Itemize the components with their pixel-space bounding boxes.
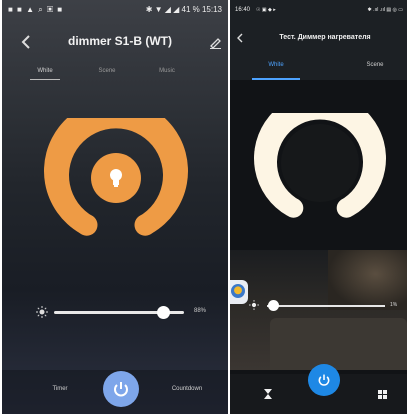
tab-scene[interactable]: Scene (92, 68, 122, 74)
status-icons: ■ ■ ▲ ⌕ ▣ ■ (8, 5, 64, 14)
chevron-left-icon[interactable] (16, 32, 36, 52)
page-title: dimmer S1-B (WT) (67, 34, 172, 48)
sun-icon (35, 305, 49, 319)
background-lamp-glow (328, 250, 407, 310)
tab-scene[interactable]: Scene (350, 62, 400, 68)
hourglass-icon[interactable] (260, 386, 276, 402)
status-right: ✱ ▼ ◢ ◢ 41 % 15:13 (145, 5, 222, 14)
timer-button[interactable]: Timer (40, 386, 80, 392)
power-button[interactable] (103, 371, 139, 407)
sun-icon (248, 299, 260, 311)
left-phone-screen: ■ ■ ▲ ⌕ ▣ ■ ✱ ▼ ◢ ◢ 41 % 15:13 dimmer S1… (2, 0, 228, 414)
tab-music[interactable]: Music (152, 68, 182, 74)
brightness-value: 88% (194, 308, 207, 314)
tab-white-label: White (268, 62, 284, 68)
page-title: Тест. Диммер нагревателя (279, 34, 371, 41)
right-status-bar: 16:40 ☉ ▣ ◆ ▸ ✱ .ııl .ııl ▤ ◎ ▭ (230, 0, 407, 20)
brightness-ring[interactable] (254, 113, 386, 228)
pencil-icon[interactable] (206, 33, 224, 51)
status-left-icons: ☉ ▣ ◆ ▸ (256, 7, 276, 13)
chevron-left-icon[interactable] (233, 31, 247, 45)
power-icon (318, 374, 330, 386)
grid-icon[interactable] (374, 386, 390, 402)
brightness-slider[interactable] (267, 300, 385, 311)
tab-indicator (30, 79, 60, 80)
background-bed (270, 318, 407, 370)
left-status-bar: ■ ■ ▲ ⌕ ▣ ■ ✱ ▼ ◢ ◢ 41 % 15:13 (2, 0, 228, 20)
power-button[interactable] (308, 364, 340, 396)
status-time: 16:40 (235, 7, 251, 13)
tab-white[interactable]: White (248, 62, 304, 68)
status-right-icons: ✱ .ııl .ııl ▤ ◎ ▭ (367, 7, 403, 13)
brightness-slider[interactable] (54, 306, 184, 319)
power-icon (114, 382, 128, 397)
slider-thumb[interactable] (268, 300, 280, 311)
right-phone-screen: 16:40 ☉ ▣ ◆ ▸ ✱ .ııl .ııl ▤ ◎ ▭ Тест. Ди… (230, 0, 407, 414)
slider-thumb[interactable] (156, 306, 170, 319)
tab-indicator (252, 78, 300, 80)
brightness-value: 1% (390, 302, 398, 308)
tab-white[interactable]: White (30, 68, 60, 74)
light-bulb-icon (106, 166, 126, 190)
avatar (231, 284, 245, 298)
countdown-button[interactable]: Countdown (162, 386, 212, 392)
